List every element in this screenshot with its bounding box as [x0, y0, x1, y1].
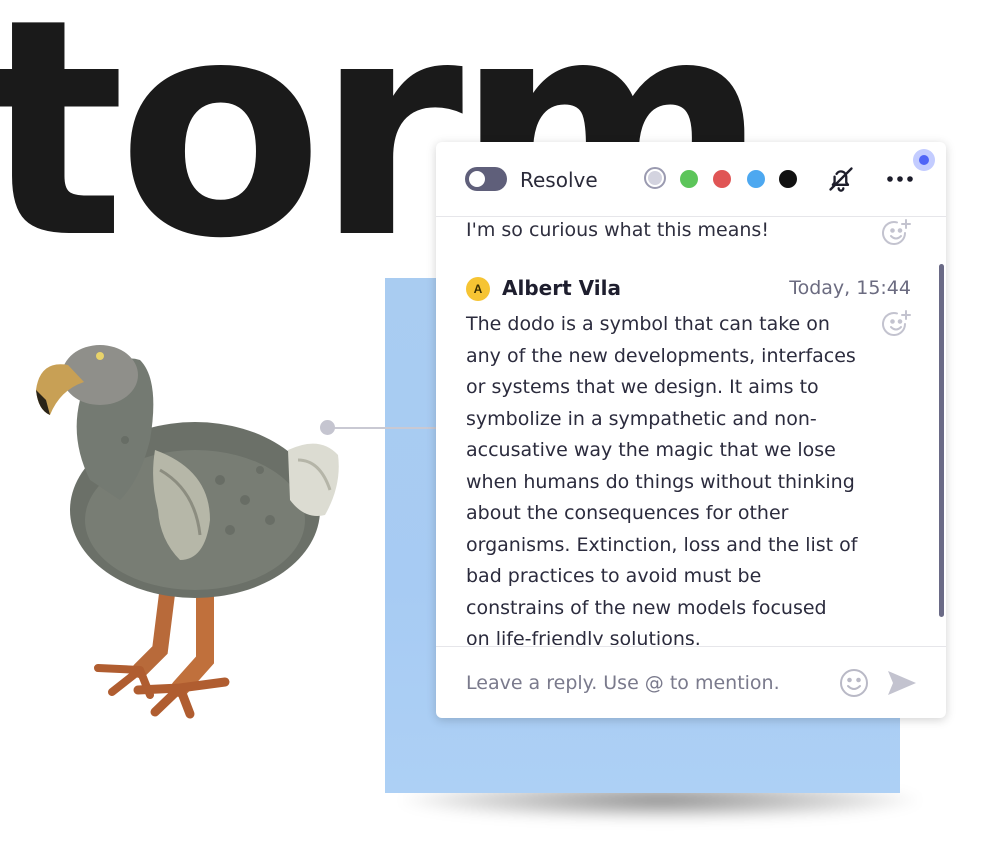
comment-body: The dodo is a symbol that can take on an…	[466, 309, 876, 645]
color-swatch-gray[interactable]	[644, 167, 666, 189]
add-reaction-icon[interactable]	[880, 217, 914, 250]
reply-input[interactable]	[466, 667, 826, 699]
comment-panel: Resolve I'm so curious what this means!	[436, 142, 946, 718]
comment-author-row: A Albert Vila Today, 15:44	[466, 275, 911, 303]
color-swatch-green[interactable]	[680, 170, 698, 188]
comment-line: when humans do things without thinking	[466, 470, 855, 493]
avatar[interactable]: A	[466, 277, 490, 301]
comment-line: organisms. Extinction, loss and the list…	[466, 533, 858, 556]
more-horizontal-icon[interactable]	[883, 162, 917, 196]
comment-toolbar: Resolve	[436, 142, 946, 217]
comment-line: The dodo is a symbol that can take on	[466, 313, 830, 335]
bell-off-icon[interactable]	[824, 162, 858, 196]
comment-line: bad practices to avoid must be	[466, 565, 762, 587]
color-swatch-blue[interactable]	[747, 170, 765, 188]
comment-line: about the consequences for other	[466, 502, 789, 524]
dodo-illustration[interactable]	[20, 320, 350, 730]
author-name: Albert Vila	[502, 276, 621, 300]
thread-scrollbar[interactable]	[939, 264, 944, 617]
resolve-toggle[interactable]	[465, 167, 507, 191]
reply-bar	[436, 646, 946, 719]
color-swatch-red[interactable]	[713, 170, 731, 188]
comment-line: symbolize in a sympathetic and non-	[466, 407, 817, 430]
comment-timestamp: Today, 15:44	[789, 277, 911, 299]
color-swatch-black[interactable]	[779, 170, 797, 188]
send-icon[interactable]	[885, 666, 919, 700]
comment-line: any of the new developments, interfaces	[466, 344, 856, 367]
previous-message: I'm so curious what this means!	[466, 219, 769, 241]
comment-line: accusative way the magic that we lose	[466, 439, 836, 461]
notification-indicator[interactable]	[913, 149, 935, 171]
add-reaction-icon[interactable]	[880, 307, 914, 341]
comment-line: constrains of the new models focused	[466, 596, 827, 619]
comment-line: on life-friendly solutions.	[466, 628, 701, 645]
resolve-label: Resolve	[520, 168, 598, 192]
comment-line: or systems that we design. It aims to	[466, 376, 819, 398]
emoji-icon[interactable]	[837, 666, 871, 700]
comment-thread[interactable]: I'm so curious what this means! A Albert…	[436, 217, 946, 645]
